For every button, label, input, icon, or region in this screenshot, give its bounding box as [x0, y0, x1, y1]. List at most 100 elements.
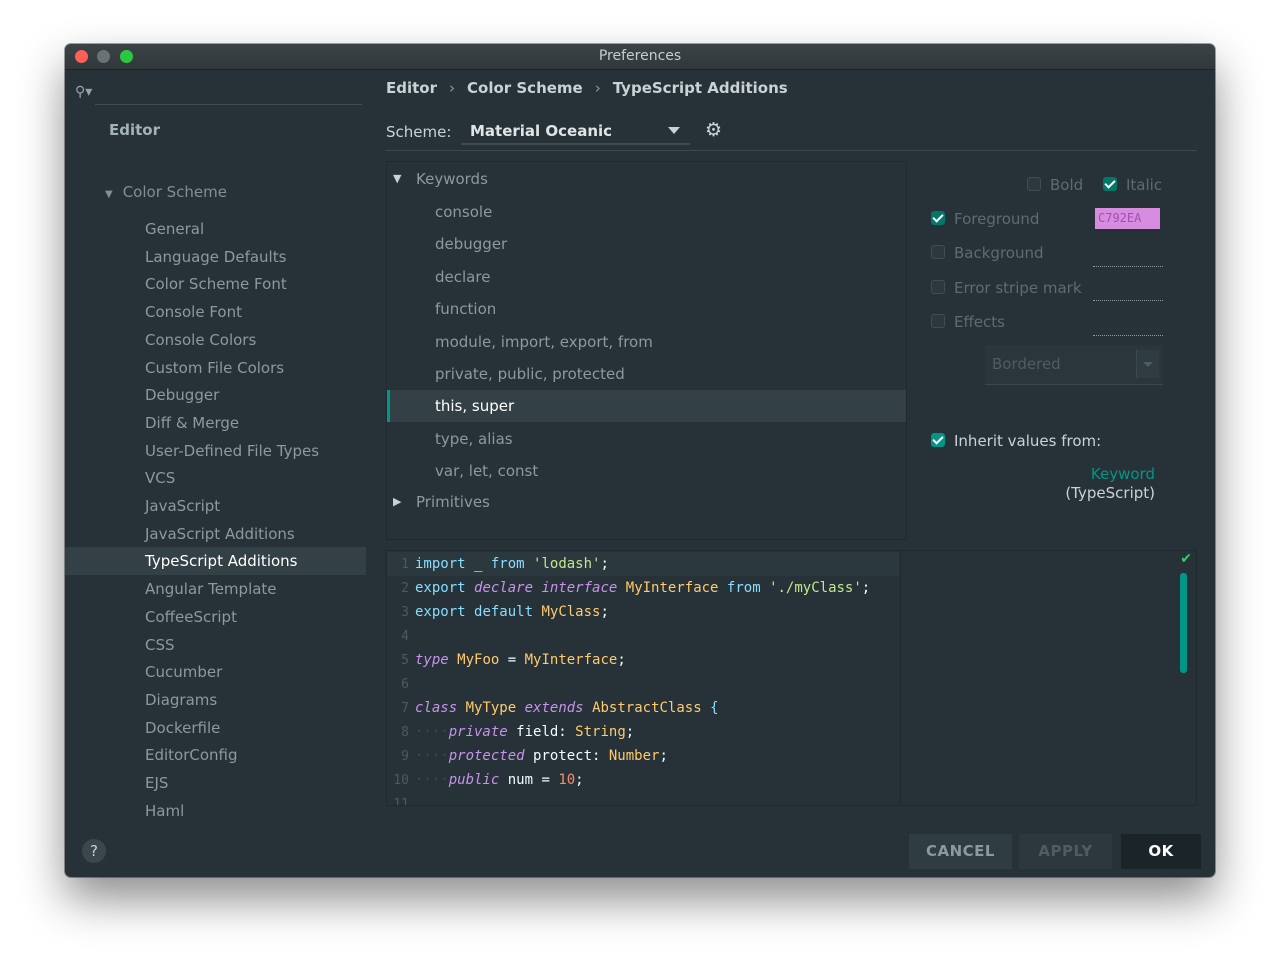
triangle-right-icon: ▶: [393, 495, 402, 508]
error-stripe-label: Error stripe mark: [954, 279, 1082, 297]
sidebar-item-general[interactable]: General: [65, 215, 366, 243]
sidebar-item-javascript-additions[interactable]: JavaScript Additions: [65, 520, 366, 548]
code-margin-divider: [900, 551, 901, 805]
tree-item-keyword[interactable]: console: [387, 196, 906, 228]
sidebar-item-user-defined-file-types[interactable]: User-Defined File Types: [65, 437, 366, 465]
sidebar-item-color-scheme-font[interactable]: Color Scheme Font: [65, 270, 366, 298]
code-line: 9 ····protected protect: Number;: [401, 748, 668, 764]
scheme-value: Material Oceanic: [470, 122, 613, 140]
tree-item-keyword[interactable]: var, let, const: [387, 455, 906, 487]
divider: [386, 150, 1197, 151]
background-color-swatch[interactable]: [1093, 266, 1163, 267]
code-line: 10 ····public num = 10;: [393, 772, 584, 788]
tree-item-keyword[interactable]: debugger: [387, 228, 906, 260]
check-icon: ✔: [1180, 551, 1192, 567]
code-line: 7 class MyType extends AbstractClass {: [401, 700, 719, 716]
effects-label: Effects: [954, 313, 1005, 331]
sidebar-item-vcs[interactable]: VCS: [65, 464, 366, 492]
code-preview[interactable]: 1 import _ from 'lodash'; 2 export declare…: [386, 550, 1197, 806]
tree-node-color-scheme[interactable]: ▼ Color Scheme: [105, 183, 227, 201]
sidebar-item-diff-merge[interactable]: Diff & Merge: [65, 409, 366, 437]
help-button[interactable]: ?: [82, 839, 106, 863]
chevron-down-icon: [1136, 350, 1159, 378]
preferences-window: Preferences ⚲▾ ▼ Color Scheme General Lang…: [65, 44, 1215, 877]
tree-group-keywords[interactable]: ▼ Keywords: [387, 163, 906, 195]
sidebar-item-console-colors[interactable]: Console Colors: [65, 326, 366, 354]
search-icon: ⚲▾: [75, 84, 93, 100]
effects-color-swatch[interactable]: [1093, 335, 1163, 336]
tree-item-keyword[interactable]: declare: [387, 261, 906, 293]
italic-label: Italic: [1126, 176, 1163, 194]
apply-button[interactable]: APPLY: [1019, 834, 1112, 869]
sidebar-item-debugger[interactable]: Debugger: [65, 381, 366, 409]
scheme-label: Scheme:: [386, 123, 452, 141]
sidebar-item-coffeescript[interactable]: CoffeeScript: [65, 603, 366, 631]
sidebar-item-cucumber[interactable]: Cucumber: [65, 658, 366, 686]
chevron-right-icon: ›: [449, 79, 455, 97]
ok-button[interactable]: OK: [1121, 834, 1201, 869]
code-line: 11: [393, 797, 409, 806]
settings-sidebar: ⚲▾ ▼ Color Scheme General Language Default…: [65, 70, 366, 824]
sidebar-item-custom-file-colors[interactable]: Custom File Colors: [65, 354, 366, 382]
breadcrumb-color-scheme[interactable]: Color Scheme: [467, 79, 583, 97]
tree-item-keyword[interactable]: type, alias: [387, 423, 906, 455]
tree-group-primitives[interactable]: ▶ Primitives: [387, 486, 906, 518]
code-line: 6: [401, 677, 409, 692]
sidebar-item-javascript[interactable]: JavaScript: [65, 492, 366, 520]
error-stripe-color-swatch[interactable]: [1093, 300, 1163, 301]
sidebar-item-css[interactable]: CSS: [65, 631, 366, 659]
window-title: Preferences: [598, 48, 682, 64]
bold-label: Bold: [1050, 176, 1084, 194]
code-line: 8 ····private field: String;: [401, 724, 635, 740]
italic-checkbox[interactable]: [1103, 177, 1117, 191]
inherit-source: (TypeScript): [1065, 484, 1155, 502]
foreground-checkbox[interactable]: [931, 211, 945, 225]
sidebar-item-haml[interactable]: Haml: [65, 797, 366, 824]
breadcrumb-editor[interactable]: Editor: [386, 79, 437, 97]
sidebar-item-editorconfig[interactable]: EditorConfig: [65, 741, 366, 769]
inherit-keyword-link[interactable]: Keyword: [1091, 465, 1155, 483]
code-line: 4: [401, 629, 409, 644]
tree-item-keyword[interactable]: this, super: [387, 390, 906, 423]
error-stripe-checkbox[interactable]: [931, 280, 945, 294]
background-checkbox[interactable]: [931, 245, 945, 259]
code-scrollbar[interactable]: [1180, 573, 1187, 673]
sidebar-item-ejs[interactable]: EJS: [65, 769, 366, 797]
code-line: 1 import _ from 'lodash';: [387, 552, 899, 576]
sidebar-item-dockerfile[interactable]: Dockerfile: [65, 714, 366, 742]
chevron-right-icon: ›: [594, 79, 601, 97]
sidebar-item-angular-template[interactable]: Angular Template: [65, 575, 366, 603]
effects-checkbox[interactable]: [931, 314, 945, 328]
attributes-tree: ▼ Keywords console debugger declare functio…: [386, 161, 907, 540]
code-line: 5 type MyFoo = MyInterface;: [401, 652, 626, 668]
breadcrumb: Editor › Color Scheme › TypeScript Additions: [386, 79, 788, 97]
effects-type-value: Bordered: [992, 355, 1061, 373]
code-line: 2 export declare interface MyInterface fr…: [401, 580, 871, 596]
settings-tree: ▼ Color Scheme General Language Defaults Co…: [65, 115, 366, 824]
title-bar: Preferences: [65, 44, 1215, 70]
foreground-color-swatch[interactable]: C792EA: [1095, 208, 1160, 229]
bold-checkbox[interactable]: [1027, 177, 1041, 191]
breadcrumb-typescript-additions: TypeScript Additions: [612, 79, 788, 97]
triangle-down-icon: ▼: [393, 172, 402, 185]
inherit-label: Inherit values from:: [954, 432, 1102, 450]
chevron-down-icon: [668, 127, 680, 134]
code-line: 3 export default MyClass;: [401, 604, 609, 620]
chevron-down-icon: ▼: [105, 189, 113, 200]
background-label: Background: [954, 244, 1044, 262]
sidebar-item-typescript-additions[interactable]: TypeScript Additions: [65, 547, 366, 576]
sidebar-item-console-font[interactable]: Console Font: [65, 298, 366, 326]
tree-header-editor[interactable]: Editor: [65, 115, 366, 145]
cancel-button[interactable]: CANCEL: [909, 834, 1012, 869]
tree-item-keyword[interactable]: function: [387, 293, 906, 325]
foreground-label: Foreground: [954, 210, 1040, 228]
scheme-dropdown[interactable]: Material Oceanic: [461, 117, 690, 145]
sidebar-item-diagrams[interactable]: Diagrams: [65, 686, 366, 714]
inherit-checkbox[interactable]: [931, 433, 945, 447]
sidebar-item-language-defaults[interactable]: Language Defaults: [65, 243, 366, 271]
tree-item-keyword[interactable]: module, import, export, from: [387, 326, 906, 358]
effects-type-dropdown[interactable]: Bordered: [985, 345, 1163, 385]
tree-item-keyword[interactable]: private, public, protected: [387, 358, 906, 390]
gear-icon[interactable]: ⚙: [705, 119, 722, 141]
settings-search-input[interactable]: [95, 82, 362, 105]
